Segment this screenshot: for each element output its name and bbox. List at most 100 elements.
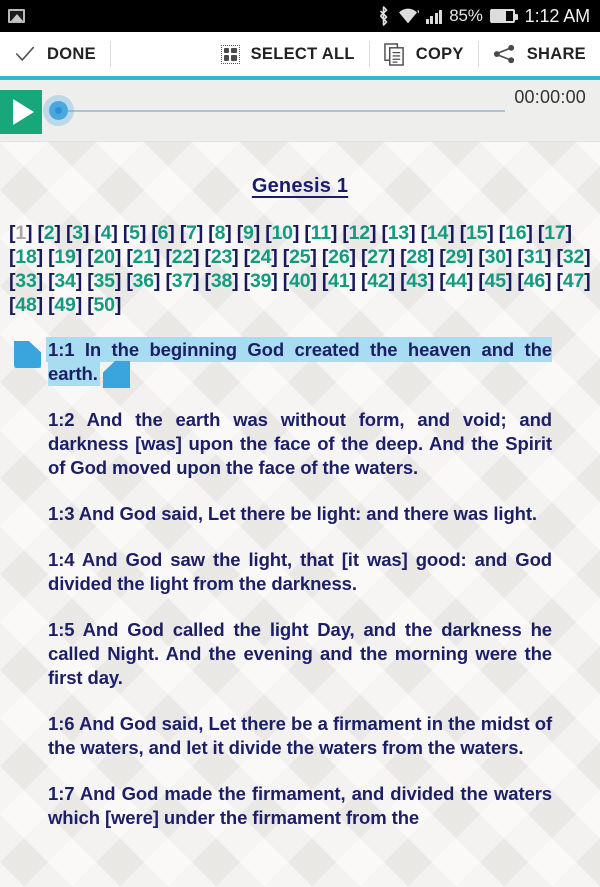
verse-link-number: 32 bbox=[562, 246, 585, 268]
verse-1-7[interactable]: 1:7 And God made the firmament, and divi… bbox=[48, 782, 552, 830]
battery-percent-label: 85% bbox=[449, 6, 483, 25]
verse-link-number: 37 bbox=[171, 270, 194, 292]
verse-link-38[interactable]: [38] bbox=[205, 270, 239, 292]
verse-link-17[interactable]: [17] bbox=[538, 222, 572, 244]
verse-link-21[interactable]: [21] bbox=[126, 246, 160, 268]
verse-link-49[interactable]: [49] bbox=[48, 294, 82, 316]
verse-link-11[interactable]: [11] bbox=[304, 222, 337, 244]
verse-link-number: 17 bbox=[544, 222, 566, 244]
verse-link-10[interactable]: [10] bbox=[265, 222, 299, 244]
verse-link-7[interactable]: [7] bbox=[180, 222, 203, 244]
verse-link-12[interactable]: [12] bbox=[342, 222, 376, 244]
done-button[interactable]: DONE bbox=[0, 32, 110, 76]
gallery-notification-icon bbox=[8, 9, 25, 23]
verse-link-9[interactable]: [9] bbox=[237, 222, 260, 244]
verse-link-number: 3 bbox=[72, 222, 83, 244]
verse-link-39[interactable]: [39] bbox=[244, 270, 278, 292]
app-root: 85% 1:12 AM DONE SELECT ALL COPY SHARE 0… bbox=[0, 0, 600, 887]
verse-link-8[interactable]: [8] bbox=[208, 222, 231, 244]
verse-link-2[interactable]: [2] bbox=[37, 222, 60, 244]
verse-link-13[interactable]: [13] bbox=[381, 222, 415, 244]
verse-reference: 1:2 bbox=[48, 409, 87, 430]
verse-link-46[interactable]: [46] bbox=[517, 270, 551, 292]
verse-link-27[interactable]: [27] bbox=[361, 246, 395, 268]
verse-1-6[interactable]: 1:6 And God said, Let there be a firmame… bbox=[48, 712, 552, 760]
verse-link-number: 26 bbox=[328, 246, 350, 268]
verse-link-35[interactable]: [35] bbox=[87, 270, 121, 292]
verse-link-37[interactable]: [37] bbox=[165, 270, 199, 292]
verse-link-14[interactable]: [14] bbox=[421, 222, 455, 244]
wifi-icon bbox=[398, 8, 419, 24]
share-button[interactable]: SHARE bbox=[479, 32, 600, 76]
verse-link-30[interactable]: [30] bbox=[478, 246, 512, 268]
verse-link-18[interactable]: [18] bbox=[9, 246, 43, 268]
play-icon bbox=[12, 98, 34, 125]
verse-link-23[interactable]: [23] bbox=[205, 246, 239, 268]
verse-link-16[interactable]: [16] bbox=[499, 222, 533, 244]
verse-link-42[interactable]: [42] bbox=[361, 270, 395, 292]
verse-link-45[interactable]: [45] bbox=[478, 270, 512, 292]
verse-link-number: 20 bbox=[93, 246, 115, 268]
chapter-content[interactable]: Genesis 1 [1] [2] [3] [4] [5] [6] [7] [8… bbox=[0, 142, 600, 887]
verse-link-3[interactable]: [3] bbox=[66, 222, 89, 244]
check-icon bbox=[15, 46, 35, 61]
share-label: SHARE bbox=[526, 44, 586, 63]
verse-reference: 1:3 bbox=[48, 503, 79, 524]
verse-link-number: 34 bbox=[54, 270, 76, 292]
verse-link-number: 38 bbox=[210, 270, 233, 292]
verse-link-31[interactable]: [31] bbox=[517, 246, 551, 268]
verse-1-5[interactable]: 1:5 And God called the light Day, and th… bbox=[48, 618, 552, 690]
seek-thumb[interactable] bbox=[49, 101, 68, 120]
verse-link-number: 22 bbox=[171, 246, 194, 268]
verse-link-5[interactable]: [5] bbox=[123, 222, 146, 244]
verse-link-41[interactable]: [41] bbox=[322, 270, 356, 292]
seek-bar[interactable]: 00:00:00 bbox=[44, 87, 600, 133]
verse-link-33[interactable]: [33] bbox=[9, 270, 43, 292]
verse-link-number: 14 bbox=[426, 222, 449, 244]
copy-button[interactable]: COPY bbox=[370, 32, 478, 76]
verse-link-number: 48 bbox=[15, 294, 37, 316]
verse-text: And God said, Let there be light: and th… bbox=[78, 503, 537, 524]
verse-link-36[interactable]: [36] bbox=[126, 270, 160, 292]
verse-link-43[interactable]: [43] bbox=[400, 270, 434, 292]
verse-1-3[interactable]: 1:3 And God said, Let there be light: an… bbox=[48, 502, 552, 526]
verse-link-29[interactable]: [29] bbox=[439, 246, 473, 268]
verse-link-40[interactable]: [40] bbox=[283, 270, 317, 292]
verse-link-number: 39 bbox=[249, 270, 272, 292]
verse-link-6[interactable]: [6] bbox=[151, 222, 174, 244]
copy-icon bbox=[384, 42, 404, 66]
select-all-button[interactable]: SELECT ALL bbox=[207, 32, 369, 76]
verse-text: And God made the firmament, and divided … bbox=[48, 783, 552, 828]
verse-link-number: 21 bbox=[132, 246, 154, 268]
verse-link-50[interactable]: [50] bbox=[87, 294, 121, 316]
verse-link-47[interactable]: [47] bbox=[557, 270, 591, 292]
chapter-title-link[interactable]: Genesis 1 bbox=[252, 175, 348, 197]
verse-link-4[interactable]: [4] bbox=[94, 222, 117, 244]
verse-link-number: 24 bbox=[249, 246, 272, 268]
verse-text: And God said, Let there be a firmament i… bbox=[48, 713, 553, 758]
verse-text: And God saw the light, that [it was] goo… bbox=[48, 549, 552, 594]
verse-link-24[interactable]: [24] bbox=[244, 246, 278, 268]
verse-link-44[interactable]: [44] bbox=[439, 270, 473, 292]
verse-1-4[interactable]: 1:4 And God saw the light, that [it was]… bbox=[48, 548, 552, 596]
verse-link-22[interactable]: [22] bbox=[165, 246, 199, 268]
verse-link-20[interactable]: [20] bbox=[87, 246, 121, 268]
status-bar-left bbox=[8, 9, 377, 23]
verse-link-15[interactable]: [15] bbox=[460, 222, 494, 244]
verse-link-34[interactable]: [34] bbox=[48, 270, 82, 292]
verse-link-number: 42 bbox=[367, 270, 389, 292]
verse-link-26[interactable]: [26] bbox=[322, 246, 356, 268]
verse-link-25[interactable]: [25] bbox=[283, 246, 317, 268]
play-button[interactable] bbox=[0, 89, 42, 134]
verse-link-19[interactable]: [19] bbox=[48, 246, 82, 268]
verse-link-48[interactable]: [48] bbox=[9, 294, 43, 316]
verse-link-32[interactable]: [32] bbox=[557, 246, 591, 268]
verse-link-number: 10 bbox=[271, 222, 293, 244]
verse-link-28[interactable]: [28] bbox=[400, 246, 434, 268]
copy-label: COPY bbox=[415, 44, 464, 63]
seek-track bbox=[57, 109, 505, 112]
verse-1-2[interactable]: 1:2 And the earth was without form, and … bbox=[48, 408, 552, 480]
verse-link-number: 8 bbox=[214, 222, 226, 244]
verse-link-number: 9 bbox=[243, 222, 254, 244]
verse-link-1[interactable]: [1] bbox=[9, 222, 32, 244]
